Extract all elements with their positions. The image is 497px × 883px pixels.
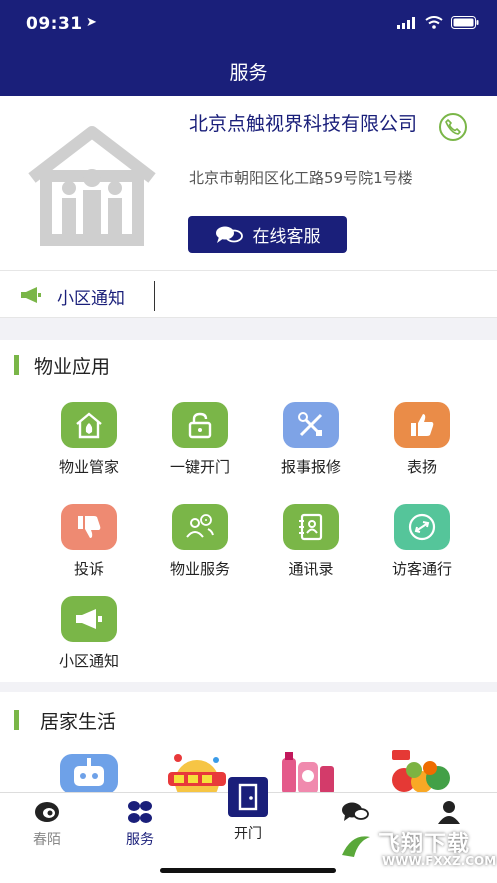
app-property-service[interactable]: 物业服务 [150, 504, 250, 579]
app-label: 访客通行 [391, 560, 452, 578]
tools-icon [283, 402, 339, 448]
app-report-repair[interactable]: 报事报修 [261, 402, 361, 477]
property-apps-section: 物业应用 物业管家 一键开门 报事报修 表扬 投诉 物业服务 通讯录 访客通行 … [0, 340, 497, 682]
app-one-key-open[interactable]: 一键开门 [150, 402, 250, 477]
app-property-butler[interactable]: 物业管家 [39, 402, 139, 477]
app-praise[interactable]: 表扬 [372, 402, 472, 477]
online-service-label: 在线客服 [252, 227, 321, 247]
page-title: 服务 [229, 62, 268, 84]
company-card: 北京点触视界科技有限公司 北京市朝阳区化工路59号院1号楼 在线客服 [0, 96, 497, 270]
app-label: 表扬 [406, 458, 437, 476]
notice-label: 小区通知 [57, 289, 125, 309]
app-label: 报事报修 [280, 458, 341, 476]
megaphone-icon [21, 287, 41, 303]
phone-icon [445, 119, 461, 135]
section-accent-bar [14, 355, 19, 375]
tab-service[interactable]: 服务 [105, 799, 175, 849]
visitor-pass-icon [394, 504, 450, 550]
contacts-icon [283, 504, 339, 550]
grid-flower-icon [128, 801, 152, 823]
section-accent-bar [14, 710, 19, 730]
location-arrow-icon: ➤ [86, 15, 97, 30]
app-visitor-pass[interactable]: 访客通行 [372, 504, 472, 579]
app-label: 物业服务 [169, 560, 230, 578]
section-title: 居家生活 [40, 711, 117, 733]
people-service-icon [172, 504, 228, 550]
community-logo [28, 126, 156, 246]
tab-home[interactable]: 春陌 [12, 799, 82, 849]
thumbs-down-icon [61, 504, 117, 550]
app-label: 一键开门 [169, 458, 230, 476]
app-header: 09:31 ➤ 服务 [0, 0, 497, 96]
house-shield-icon [61, 402, 117, 448]
app-complaint[interactable]: 投诉 [39, 504, 139, 579]
signal-icon [397, 16, 415, 29]
fruits-vegetables-image[interactable] [388, 748, 452, 794]
tab-label: 服务 [126, 832, 154, 848]
chat-bubbles-icon [215, 226, 243, 243]
wifi-icon [425, 16, 443, 29]
app-label: 投诉 [73, 560, 104, 578]
phone-button[interactable] [439, 113, 467, 141]
watermark: 飞翔下载 WWW.FXXZ.COM [332, 820, 496, 876]
status-time: 09:31 [26, 14, 83, 34]
thumbs-up-icon [394, 402, 450, 448]
door-icon [228, 777, 268, 817]
home-indicator [160, 868, 336, 873]
app-contacts[interactable]: 通讯录 [261, 504, 361, 579]
company-address: 北京市朝阳区化工路59号院1号楼 [189, 169, 413, 187]
app-community-notice[interactable]: 小区通知 [39, 596, 139, 671]
battery-icon [451, 16, 479, 29]
app-label: 通讯录 [288, 560, 334, 578]
brand-logo-icon [35, 802, 59, 822]
notice-bar[interactable]: 小区通知 [0, 270, 497, 318]
status-bar: 09:31 ➤ [0, 0, 497, 48]
unlock-icon [172, 402, 228, 448]
company-name: 北京点触视界科技有限公司 [189, 113, 418, 135]
app-label: 物业管家 [58, 458, 119, 476]
app-label: 小区通知 [58, 652, 119, 670]
tab-open-door[interactable]: 开门 [223, 777, 273, 843]
watermark-url: WWW.FXXZ.COM [382, 854, 497, 868]
watermark-logo [334, 827, 376, 869]
notice-divider [154, 281, 155, 311]
tab-label: 春陌 [33, 832, 61, 848]
tab-label: 开门 [234, 826, 262, 842]
detergent-products-image[interactable] [276, 748, 340, 794]
section-title: 物业应用 [34, 356, 111, 378]
megaphone-icon [61, 596, 117, 642]
points-exchange-banner[interactable] [164, 748, 228, 804]
online-service-button[interactable]: 在线客服 [188, 216, 347, 253]
